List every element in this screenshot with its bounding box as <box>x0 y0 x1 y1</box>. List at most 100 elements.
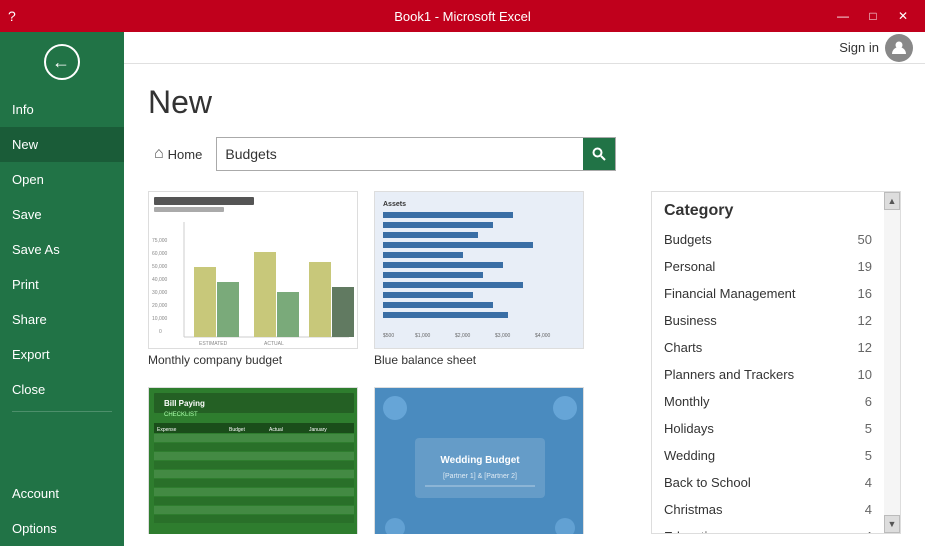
category-count-business: 12 <box>858 313 872 328</box>
category-label-education: Education <box>664 529 722 533</box>
sidebar-item-save[interactable]: Save <box>0 197 124 232</box>
category-panel: Category Budgets 50 Personal 19 <box>651 191 901 534</box>
template-label-blue-balance: Blue balance sheet <box>374 349 584 371</box>
template-label-monthly-budget: Monthly company budget <box>148 349 358 371</box>
sidebar-item-info[interactable]: Info <box>0 92 124 127</box>
category-count-monthly: 6 <box>865 394 872 409</box>
category-row-wedding[interactable]: Wedding 5 <box>652 442 884 469</box>
sign-in-area[interactable]: Sign in <box>839 34 913 62</box>
category-row-education[interactable]: Education 4 <box>652 523 884 533</box>
sidebar-item-share[interactable]: Share <box>0 302 124 337</box>
top-bar: Sign in <box>124 32 925 64</box>
template-thumb-blue-balance: Assets <box>374 191 584 349</box>
category-count-charts: 12 <box>858 340 872 355</box>
category-row-back-school[interactable]: Back to School 4 <box>652 469 884 496</box>
svg-text:$3,000: $3,000 <box>495 333 511 339</box>
content-wrapper: Sign in New ⌂ Home <box>124 32 925 546</box>
sidebar-item-open[interactable]: Open <box>0 162 124 197</box>
minimize-button[interactable]: — <box>829 5 857 27</box>
category-label-wedding: Wedding <box>664 448 715 463</box>
maximize-button[interactable]: □ <box>859 5 887 27</box>
category-label-business: Business <box>664 313 717 328</box>
category-row-business[interactable]: Business 12 <box>652 307 884 334</box>
sidebar-item-new[interactable]: New <box>0 127 124 162</box>
back-arrow-icon: ← <box>52 53 70 71</box>
title-bar: ? Book1 - Microsoft Excel — □ ✕ <box>0 0 925 32</box>
svg-text:0: 0 <box>159 329 162 335</box>
sign-in-label: Sign in <box>839 40 879 55</box>
template-thumb-wedding: Wedding Budget [Partner 1] & [Partner 2] <box>374 387 584 534</box>
svg-text:20,000: 20,000 <box>152 303 168 309</box>
svg-text:January: January <box>309 427 327 433</box>
sidebar-item-save-as[interactable]: Save As <box>0 232 124 267</box>
help-button[interactable]: ? <box>8 8 16 24</box>
category-count-personal: 19 <box>858 259 872 274</box>
svg-text:$1,000: $1,000 <box>415 333 431 339</box>
category-row-monthly[interactable]: Monthly 6 <box>652 388 884 415</box>
home-icon: ⌂ <box>154 145 164 163</box>
svg-text:10,000: 10,000 <box>152 316 168 322</box>
scroll-down-button[interactable]: ▼ <box>884 515 900 533</box>
svg-text:Actual: Actual <box>269 427 283 433</box>
search-input[interactable] <box>217 140 583 168</box>
template-thumb-monthly-budget: 75,000 60,000 50,000 40,000 30,000 20,00… <box>148 191 358 349</box>
category-label-holidays: Holidays <box>664 421 714 436</box>
svg-text:Assets: Assets <box>383 201 406 208</box>
category-row-financial[interactable]: Financial Management 16 <box>652 280 884 307</box>
svg-text:[Partner 1] & [Partner 2]: [Partner 1] & [Partner 2] <box>443 473 517 480</box>
category-count-planners: 10 <box>858 367 872 382</box>
sidebar-item-close[interactable]: Close <box>0 372 124 407</box>
category-count-budgets: 50 <box>858 232 872 247</box>
app-title: Book1 - Microsoft Excel <box>394 9 531 24</box>
category-count-wedding: 5 <box>865 448 872 463</box>
sidebar-item-account[interactable]: Account <box>0 476 124 511</box>
svg-text:50,000: 50,000 <box>152 264 168 270</box>
category-label-charts: Charts <box>664 340 702 355</box>
category-row-planners[interactable]: Planners and Trackers 10 <box>652 361 884 388</box>
back-circle[interactable]: ← <box>44 44 80 80</box>
svg-text:Wedding Budget: Wedding Budget <box>440 455 520 466</box>
category-row-charts[interactable]: Charts 12 <box>652 334 884 361</box>
template-card-monthly-budget[interactable]: 75,000 60,000 50,000 40,000 30,000 20,00… <box>148 191 358 371</box>
sidebar: ← Info New Open Save Save As Print Share… <box>0 32 124 546</box>
category-count-holidays: 5 <box>865 421 872 436</box>
app-layout: ← Info New Open Save Save As Print Share… <box>0 32 925 546</box>
template-card-blue-balance[interactable]: Assets <box>374 191 584 371</box>
sidebar-item-export[interactable]: Export <box>0 337 124 372</box>
svg-text:30,000: 30,000 <box>152 290 168 296</box>
template-card-bill-paying[interactable]: Bill Paying CHECKLIST Expense Budget Act… <box>148 387 358 534</box>
main-content: New ⌂ Home <box>124 64 925 546</box>
sidebar-item-print[interactable]: Print <box>0 267 124 302</box>
category-row-budgets[interactable]: Budgets 50 <box>652 226 884 253</box>
category-row-christmas[interactable]: Christmas 4 <box>652 496 884 523</box>
svg-text:60,000: 60,000 <box>152 251 168 257</box>
svg-text:Budget: Budget <box>229 427 245 433</box>
category-list: Budgets 50 Personal 19 Financial Managem… <box>652 226 884 533</box>
category-label-financial: Financial Management <box>664 286 796 301</box>
template-card-wedding[interactable]: Wedding Budget [Partner 1] & [Partner 2]… <box>374 387 584 534</box>
svg-text:CHECKLIST: CHECKLIST <box>164 412 198 418</box>
scroll-up-button[interactable]: ▲ <box>884 192 900 210</box>
category-row-holidays[interactable]: Holidays 5 <box>652 415 884 442</box>
category-label-christmas: Christmas <box>664 502 723 517</box>
category-title: Category <box>652 192 884 226</box>
sidebar-divider <box>12 411 112 412</box>
close-button[interactable]: ✕ <box>889 5 917 27</box>
sidebar-nav: Info New Open Save Save As Print Share E… <box>0 92 124 476</box>
page-title: New <box>148 84 901 121</box>
templates-area: 75,000 60,000 50,000 40,000 30,000 20,00… <box>148 191 901 534</box>
template-thumb-bill-paying: Bill Paying CHECKLIST Expense Budget Act… <box>148 387 358 534</box>
svg-text:$4,000: $4,000 <box>535 333 551 339</box>
category-row-personal[interactable]: Personal 19 <box>652 253 884 280</box>
category-count-christmas: 4 <box>865 502 872 517</box>
sidebar-item-options[interactable]: Options <box>0 511 124 546</box>
svg-text:ACTUAL: ACTUAL <box>264 341 284 347</box>
svg-text:ESTIMATED: ESTIMATED <box>199 341 228 347</box>
search-area: ⌂ Home <box>148 137 901 171</box>
home-button[interactable]: ⌂ Home <box>148 141 208 167</box>
category-inner: Category Budgets 50 Personal 19 <box>652 192 884 533</box>
search-button[interactable] <box>583 138 615 170</box>
category-label-personal: Personal <box>664 259 715 274</box>
category-label-budgets: Budgets <box>664 232 712 247</box>
back-button[interactable]: ← <box>0 32 124 92</box>
